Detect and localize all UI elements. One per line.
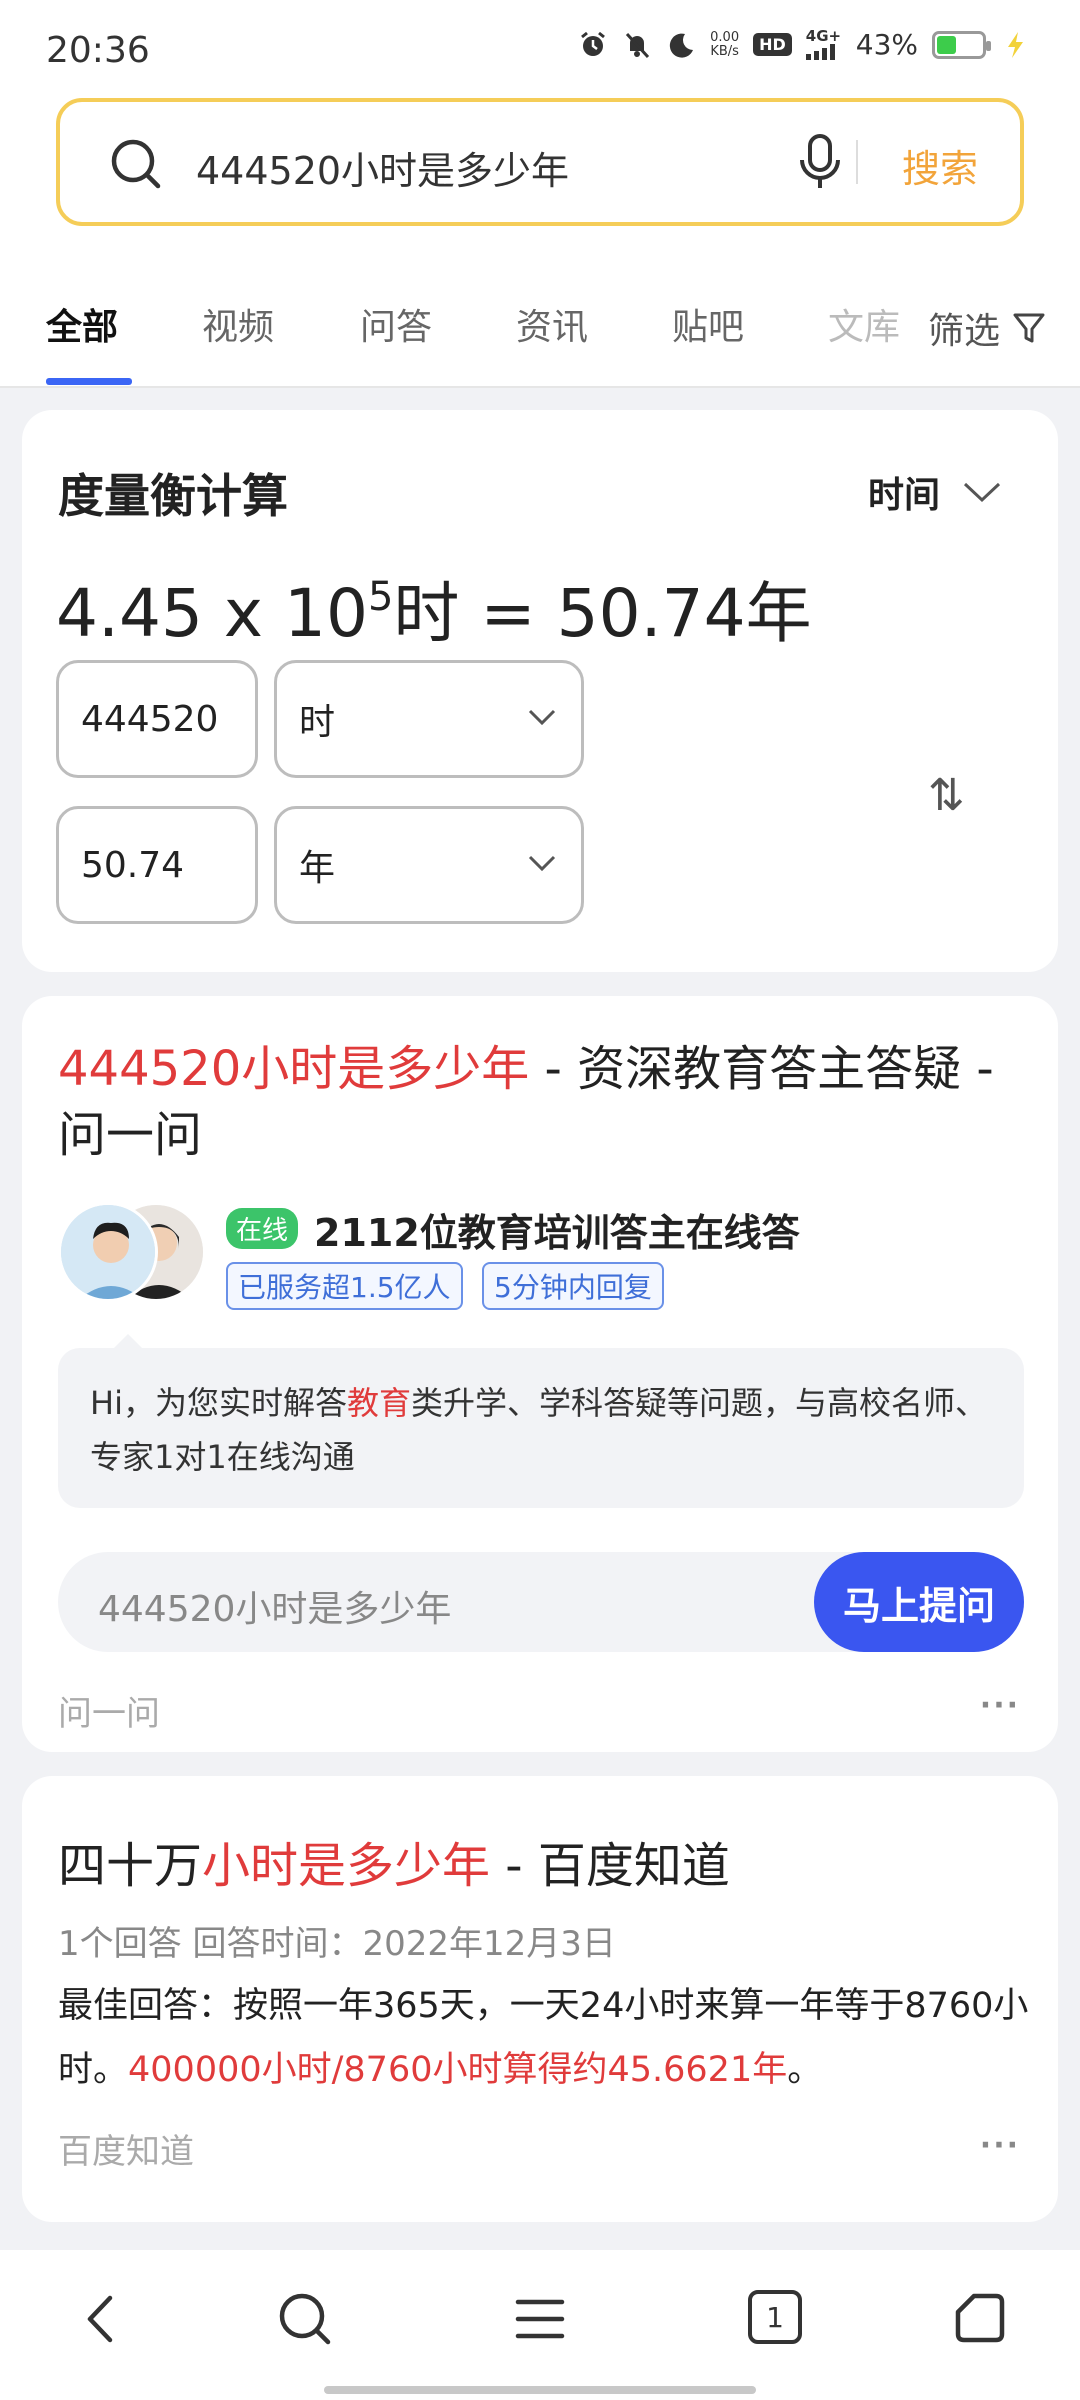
tab-bar: 全部 视频 问答 资讯 贴吧 文库 筛选 (0, 262, 1080, 388)
expert-count-text: 2112位教育培训答主在线答 (314, 1211, 800, 1255)
search-divider (856, 140, 858, 184)
unit-converter-card: 度量衡计算 时间 4.45 x 105时 = 50.74年 444520 时 5… (22, 410, 1058, 972)
chevron-down-icon (963, 482, 1001, 503)
input-unit-select[interactable]: 时 (274, 660, 584, 778)
tab-wenku[interactable]: 文库 (828, 298, 900, 350)
ask-input[interactable]: 444520小时是多少年 (98, 1580, 451, 1632)
expert-avatars (58, 1202, 208, 1308)
active-tab-indicator (46, 378, 132, 385)
avatar (58, 1202, 158, 1302)
result-title[interactable]: 444520小时是多少年 - 资深教育答主答疑 - 问一问 (58, 1036, 1038, 1168)
chevron-down-icon (528, 855, 556, 872)
back-icon[interactable] (76, 2290, 128, 2348)
served-badge: 已服务超1.5亿人 (226, 1262, 463, 1310)
result-card-zhidao[interactable]: 四十万小时是多少年 - 百度知道 1个回答 回答时间：2022年12月3日 最佳… (22, 1776, 1058, 2222)
search-input[interactable]: 444520小时是多少年 (196, 140, 569, 195)
online-badge: 在线 (226, 1208, 299, 1249)
battery-percent: 43% (855, 28, 918, 61)
charging-icon (1008, 31, 1023, 58)
search-box[interactable]: 444520小时是多少年 搜索 (56, 98, 1024, 226)
battery-icon (932, 30, 991, 59)
filter-icon (1013, 313, 1045, 343)
alarm-icon (581, 31, 606, 56)
answer-meta: 1个回答 回答时间：2022年12月3日 (58, 1924, 616, 1964)
more-options-icon[interactable]: ··· (980, 2128, 1020, 2163)
status-icons: 0.00 KB/s HD 4G+ 43% (578, 28, 1030, 61)
search-header: 444520小时是多少年 搜索 (0, 90, 1080, 262)
search-icon (111, 139, 161, 189)
hd-badge: HD (753, 33, 792, 56)
search-button[interactable]: 搜索 (902, 138, 978, 193)
home-indicator[interactable] (324, 2386, 756, 2394)
intro-bubble: Hi，为您实时解答教育类升学、学科答疑等问题，与高校名师、专家1对1在线沟通 (58, 1334, 1024, 1508)
tab-all[interactable]: 全部 (46, 298, 118, 350)
output-unit-label: 年 (299, 848, 336, 889)
best-answer: 最佳回答：按照一年365天，一天24小时来算一年等于8760小时。400000小… (58, 1986, 1029, 2090)
tab-video[interactable]: 视频 (202, 298, 274, 350)
status-bar: 20:36 0.00 KB/s HD 4G+ 43% (0, 0, 1080, 90)
output-value-field[interactable]: 50.74 (56, 806, 258, 924)
signal-indicator: 4G+ (805, 27, 842, 60)
category-select[interactable]: 时间 (868, 466, 1002, 518)
output-unit-select[interactable]: 年 (274, 806, 584, 924)
conversion-formula: 4.45 x 105时 = 50.74年 (56, 574, 812, 652)
formula-exponent: 5 (367, 574, 394, 620)
tabs-count: 1 (766, 2300, 784, 2334)
ask-row: 444520小时是多少年 马上提问 (58, 1552, 1024, 1652)
network-type: 4G+ (805, 27, 842, 45)
mute-icon (626, 32, 650, 58)
home-icon[interactable] (952, 2290, 1008, 2348)
tabs-count-button[interactable]: 1 (748, 2290, 802, 2344)
signal-icon (805, 44, 835, 60)
moon-icon (669, 33, 694, 58)
result-card-wenyiwen[interactable]: 444520小时是多少年 - 资深教育答主答疑 - 问一问 在线 2112位教育… (22, 996, 1058, 1752)
reply-time-badge: 5分钟内回复 (482, 1262, 664, 1310)
microphone-icon[interactable] (796, 132, 844, 192)
status-time: 20:36 (46, 30, 150, 71)
tab-tieba[interactable]: 贴吧 (672, 298, 744, 350)
search-icon[interactable] (276, 2290, 334, 2348)
filter-label: 筛选 (927, 311, 1000, 352)
menu-icon[interactable] (512, 2290, 568, 2348)
input-value-field[interactable]: 444520 (56, 660, 258, 778)
tab-qa[interactable]: 问答 (360, 298, 432, 350)
converter-title: 度量衡计算 (58, 469, 288, 523)
bottom-navigation: 1 (0, 2250, 1080, 2400)
result-title[interactable]: 四十万小时是多少年 - 百度知道 (58, 1826, 730, 1896)
chevron-down-icon (528, 709, 556, 726)
source-label: 百度知道 (58, 2132, 194, 2172)
more-options-icon[interactable]: ··· (980, 1688, 1020, 1723)
input-unit-label: 时 (299, 702, 336, 743)
filter-button[interactable]: 筛选 (917, 302, 1046, 354)
net-speed: 0.00 KB/s (710, 29, 740, 59)
swap-units-button[interactable]: ⇅ (928, 770, 965, 821)
ask-now-button[interactable]: 马上提问 (814, 1552, 1024, 1652)
source-label: 问一问 (58, 1694, 160, 1734)
tab-news[interactable]: 资讯 (516, 298, 588, 350)
category-label: 时间 (867, 475, 940, 516)
